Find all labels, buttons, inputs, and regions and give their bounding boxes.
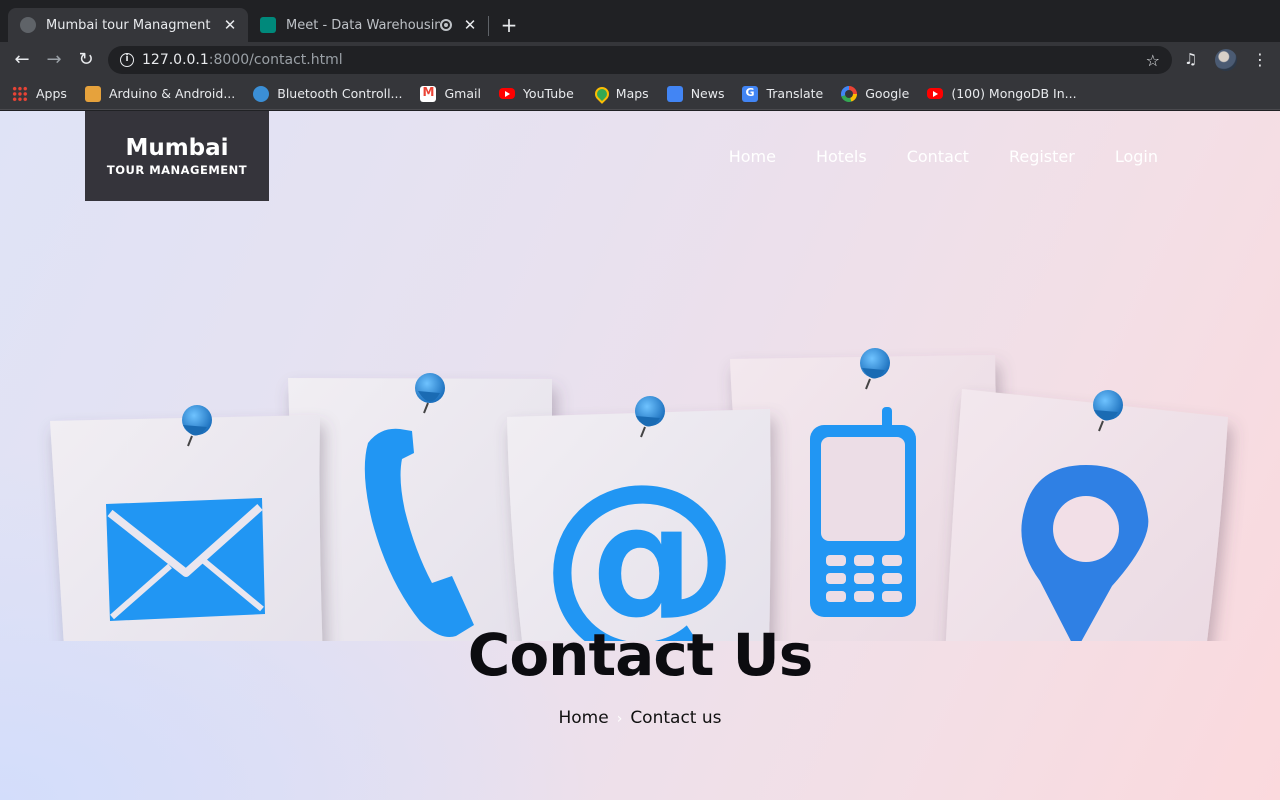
nav-home[interactable]: Home (729, 147, 776, 166)
forward-arrow-icon[interactable]: → (40, 46, 68, 74)
gmail-icon (420, 85, 437, 102)
web-page: Mumbai TOUR MANAGEMENT Home Hotels Conta… (0, 111, 1280, 800)
profile-avatar[interactable] (1215, 49, 1237, 71)
envelope-icon (106, 498, 265, 621)
close-tab-icon[interactable]: ✕ (462, 16, 478, 34)
contact-notes-illustration: @ (50, 348, 1228, 641)
breadcrumb-home[interactable]: Home (559, 708, 609, 728)
apps-grid-icon (12, 85, 28, 102)
logo-subtitle: TOUR MANAGEMENT (106, 163, 248, 177)
address-bar[interactable]: i 127.0.0.1:8000/contact.html ☆ (108, 46, 1172, 74)
translate-icon (742, 85, 759, 102)
globe-favicon-icon (20, 17, 36, 33)
google-icon (841, 85, 858, 102)
youtube-icon (927, 88, 944, 99)
bookmark-star-icon[interactable]: ☆ (1146, 51, 1160, 70)
bookmark-label: Maps (615, 86, 649, 101)
at-sign-icon: @ (540, 441, 740, 641)
tab-title: Mumbai tour Managment (46, 17, 211, 33)
meet-favicon-icon (260, 17, 276, 33)
bookmark-maps[interactable]: Maps (592, 86, 649, 102)
envelope-note (50, 405, 323, 641)
back-arrow-icon[interactable]: ← (8, 46, 36, 74)
bookmark-gmail[interactable]: Gmail (420, 85, 481, 102)
info-icon[interactable]: i (120, 53, 134, 67)
news-icon (666, 85, 683, 102)
bookmark-label: Gmail (444, 86, 481, 101)
recording-indicator-icon (440, 19, 452, 31)
bookmark-apps[interactable]: Apps (12, 85, 67, 102)
tab-divider (488, 16, 489, 36)
tab-title: Meet - Data Warehousing a (286, 17, 440, 33)
url-path: :8000/contact.html (208, 52, 343, 68)
main-nav: Home Hotels Contact Register Login (689, 147, 1158, 166)
close-tab-icon[interactable]: ✕ (222, 16, 238, 34)
breadcrumb-current: Contact us (630, 708, 722, 728)
browser-tab-strip: Mumbai tour Managment ✕ Meet - Data Ware… (0, 0, 1280, 42)
maps-icon (592, 86, 608, 102)
bookmark-label: News (690, 86, 725, 101)
bookmark-translate[interactable]: Translate (742, 85, 824, 102)
bookmark-bluetooth[interactable]: Bluetooth Controll... (253, 85, 403, 102)
browser-toolbar: ← → ↻ i 127.0.0.1:8000/contact.html ☆ ♫ … (0, 42, 1280, 78)
breadcrumb: Home › Contact us (0, 708, 1280, 728)
menu-kebab-icon[interactable]: ⋮ (1252, 50, 1268, 69)
nav-login[interactable]: Login (1115, 147, 1158, 166)
tab-mumbai-tour[interactable]: Mumbai tour Managment ✕ (8, 8, 248, 42)
url-host: 127.0.0.1 (142, 52, 209, 68)
breadcrumb-chevron-icon: › (616, 711, 623, 727)
nav-register[interactable]: Register (1009, 147, 1075, 166)
nav-hotels[interactable]: Hotels (816, 147, 867, 166)
bookmark-label: Apps (36, 86, 67, 101)
bookmark-label: Arduino & Android... (108, 86, 236, 101)
bookmark-label: (100) MongoDB In... (951, 86, 1077, 101)
logo-title: Mumbai (125, 135, 229, 161)
tab-meet[interactable]: Meet - Data Warehousing a ✕ (252, 8, 488, 42)
bookmarks-bar: Apps Arduino & Android... Bluetooth Cont… (0, 78, 1280, 110)
mobile-phone-icon (810, 407, 916, 617)
bookmark-label: Translate (766, 86, 824, 101)
globe-icon (253, 85, 270, 102)
bookmark-label: YouTube (522, 86, 574, 101)
youtube-icon (498, 88, 515, 99)
arduino-icon (84, 85, 101, 102)
at-sign-note: @ (507, 396, 771, 641)
bookmark-label: Bluetooth Controll... (277, 86, 403, 101)
bookmark-label: Google (865, 86, 910, 101)
bookmark-youtube[interactable]: YouTube (498, 86, 574, 101)
reload-icon[interactable]: ↻ (72, 46, 100, 74)
location-note (945, 389, 1228, 641)
site-logo[interactable]: Mumbai TOUR MANAGEMENT (85, 111, 269, 201)
url-text: 127.0.0.1:8000/contact.html (142, 52, 343, 68)
bookmark-mongodb[interactable]: (100) MongoDB In... (927, 86, 1077, 101)
svg-text:@: @ (540, 441, 740, 641)
bookmark-google[interactable]: Google (841, 85, 910, 102)
media-queue-icon[interactable]: ♫ (1184, 50, 1197, 68)
bookmark-arduino[interactable]: Arduino & Android... (84, 85, 236, 102)
nav-contact[interactable]: Contact (907, 147, 969, 166)
bookmark-news[interactable]: News (666, 85, 725, 102)
page-title: Contact Us (467, 621, 814, 689)
new-tab-button[interactable]: + (498, 12, 520, 38)
